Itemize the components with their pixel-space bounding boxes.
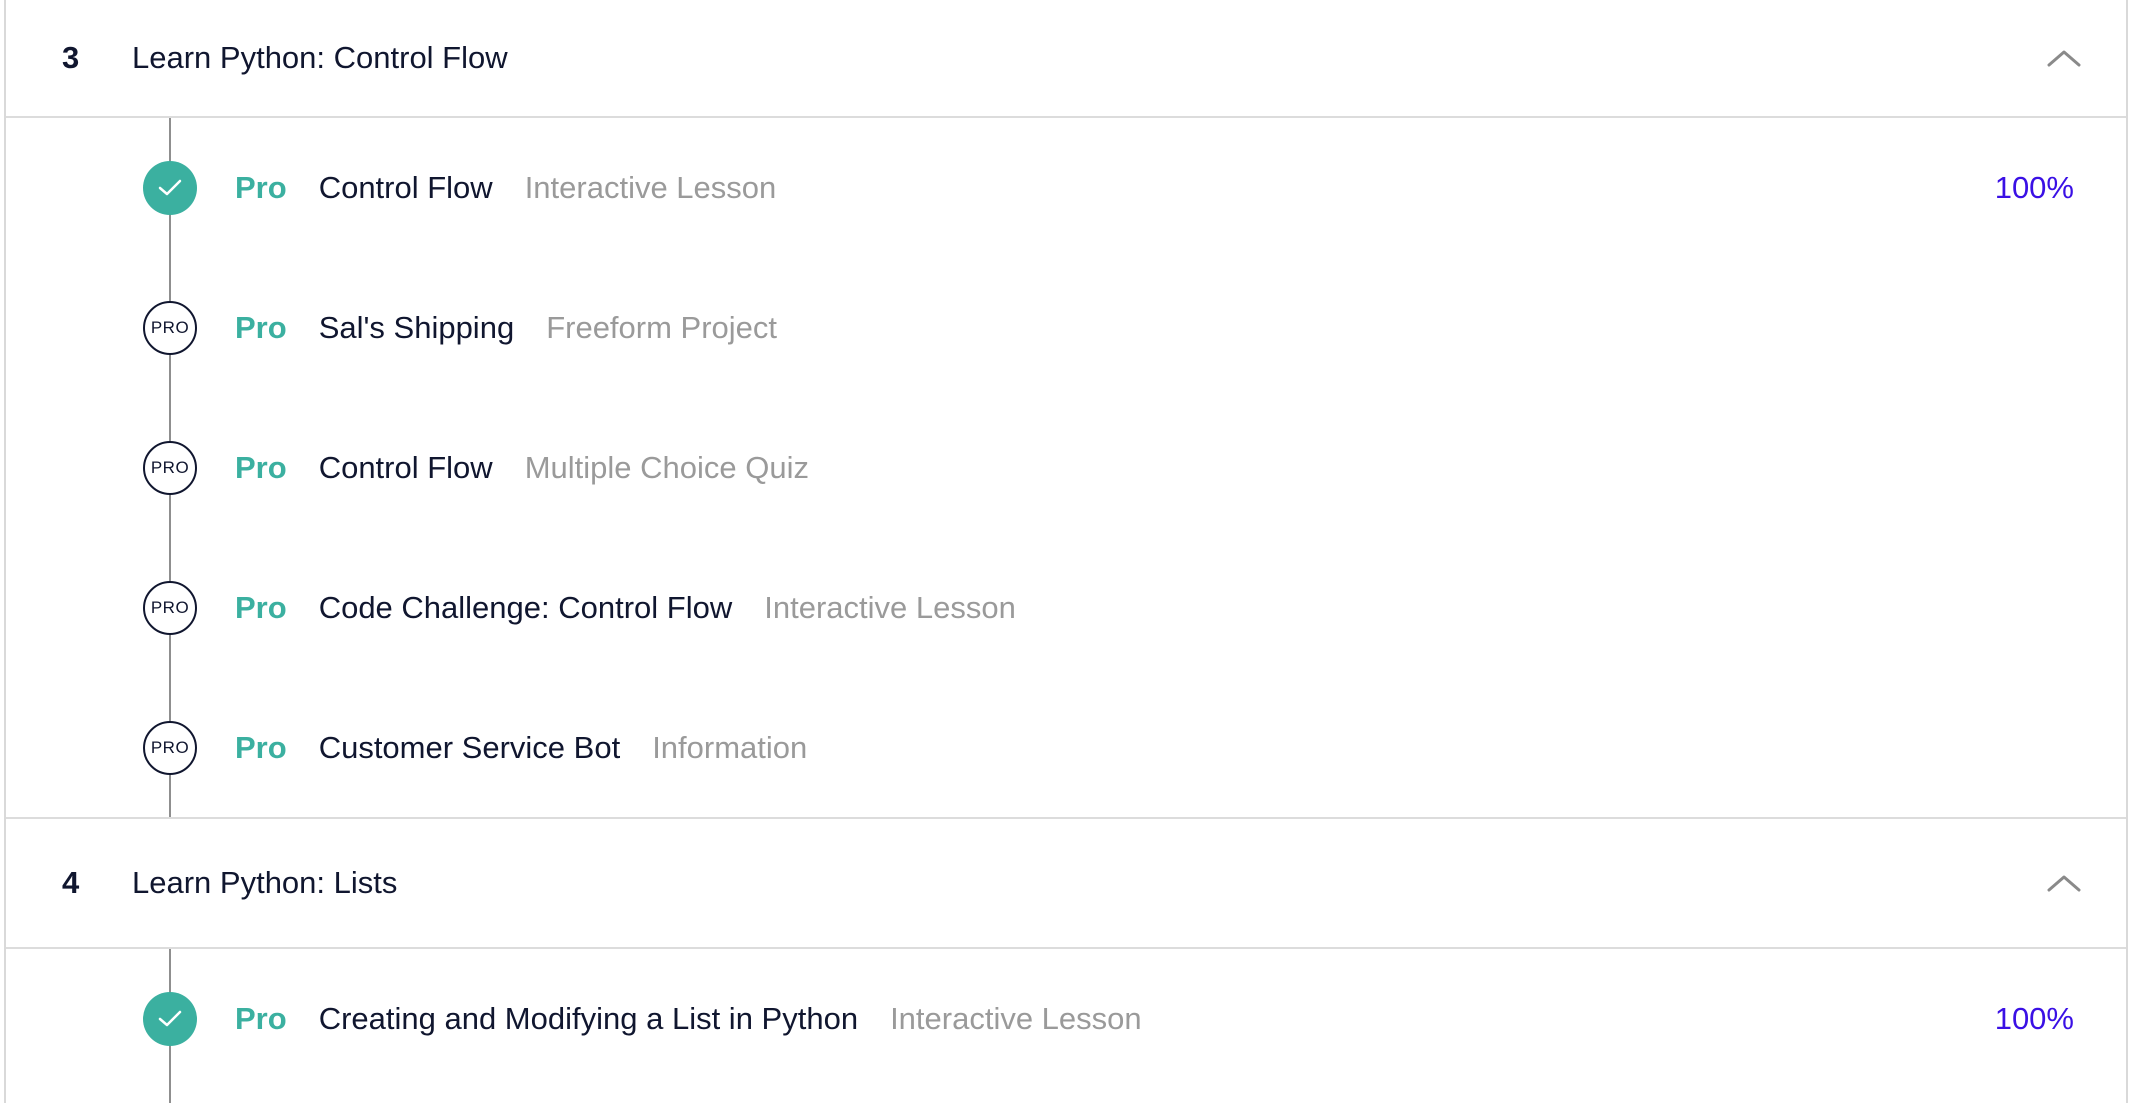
completed-node	[143, 992, 197, 1046]
checkmark-icon	[158, 179, 182, 196]
pro-label: Pro	[235, 1001, 287, 1036]
item-row: Pro Customer Service Bot Information	[235, 730, 807, 766]
pro-badge-icon: PRO	[143, 441, 197, 495]
item-name-link[interactable]: Customer Service Bot	[319, 730, 621, 766]
item-row: Pro Control Flow Multiple Choice Quiz	[235, 450, 809, 486]
item-type: Freeform Project	[546, 310, 778, 345]
item-row: Pro Control Flow Interactive Lesson	[235, 170, 776, 206]
section-title: Learn Python: Lists	[132, 865, 398, 900]
progress-percent: 100%	[1994, 170, 2074, 205]
list-item[interactable]: PRO Pro Code Challenge: Control Flow Int…	[6, 538, 2126, 678]
progress-percent: 100%	[1994, 1001, 2074, 1036]
checkmark-icon	[158, 1010, 182, 1027]
item-row: Pro Sal's Shipping Freeform Project	[235, 310, 777, 346]
pro-badge-text: PRO	[150, 318, 190, 337]
item-row: Pro Creating and Modifying a List in Pyt…	[235, 1001, 1142, 1037]
list-item[interactable]: Pro Control Flow Interactive Lesson 100%	[6, 118, 2126, 258]
list-item[interactable]: PRO Pro Customer Service Bot Information	[6, 678, 2126, 818]
list-item[interactable]: Pro Creating and Modifying a List in Pyt…	[6, 949, 2126, 1089]
pro-label: Pro	[235, 590, 287, 625]
syllabus-panel: 3 Learn Python: Control Flow Pro Control…	[4, 0, 2128, 1103]
section-header-4[interactable]: 4 Learn Python: Lists	[6, 817, 2126, 949]
item-type: Information	[652, 730, 808, 765]
item-name-link[interactable]: Control Flow	[319, 450, 493, 486]
item-type: Multiple Choice Quiz	[524, 450, 809, 485]
section-title: Learn Python: Control Flow	[132, 40, 508, 75]
item-type: Interactive Lesson	[764, 590, 1016, 625]
completed-node	[143, 161, 197, 215]
chevron-up-icon[interactable]	[2046, 873, 2082, 893]
item-row: Pro Code Challenge: Control Flow Interac…	[235, 590, 1016, 626]
pro-badge-text: PRO	[150, 598, 190, 617]
pro-label: Pro	[235, 170, 287, 205]
pro-badge-icon: PRO	[143, 301, 197, 355]
item-name-link[interactable]: Creating and Modifying a List in Python	[319, 1001, 858, 1037]
item-name-link[interactable]: Control Flow	[319, 170, 493, 206]
pro-badge-icon: PRO	[143, 581, 197, 635]
pro-label: Pro	[235, 730, 287, 765]
list-item[interactable]: PRO Pro Sal's Shipping Freeform Project	[6, 258, 2126, 398]
list-item[interactable]: PRO Pro Control Flow Multiple Choice Qui…	[6, 398, 2126, 538]
item-type: Interactive Lesson	[524, 170, 777, 205]
item-name-link[interactable]: Sal's Shipping	[319, 310, 515, 346]
section-items-4: Pro Creating and Modifying a List in Pyt…	[6, 949, 2126, 1103]
section-number: 4	[62, 865, 80, 900]
pro-badge-icon: PRO	[143, 721, 197, 775]
item-name-link[interactable]: Code Challenge: Control Flow	[319, 590, 733, 626]
pro-badge-text: PRO	[150, 738, 190, 757]
section-items-3: Pro Control Flow Interactive Lesson 100%…	[6, 118, 2126, 818]
section-header-3[interactable]: 3 Learn Python: Control Flow	[6, 0, 2126, 118]
section-number: 3	[62, 40, 80, 75]
pro-label: Pro	[235, 310, 287, 345]
pro-badge-text: PRO	[150, 458, 190, 477]
pro-label: Pro	[235, 450, 287, 485]
item-type: Interactive Lesson	[890, 1001, 1142, 1036]
chevron-up-icon[interactable]	[2046, 48, 2082, 68]
